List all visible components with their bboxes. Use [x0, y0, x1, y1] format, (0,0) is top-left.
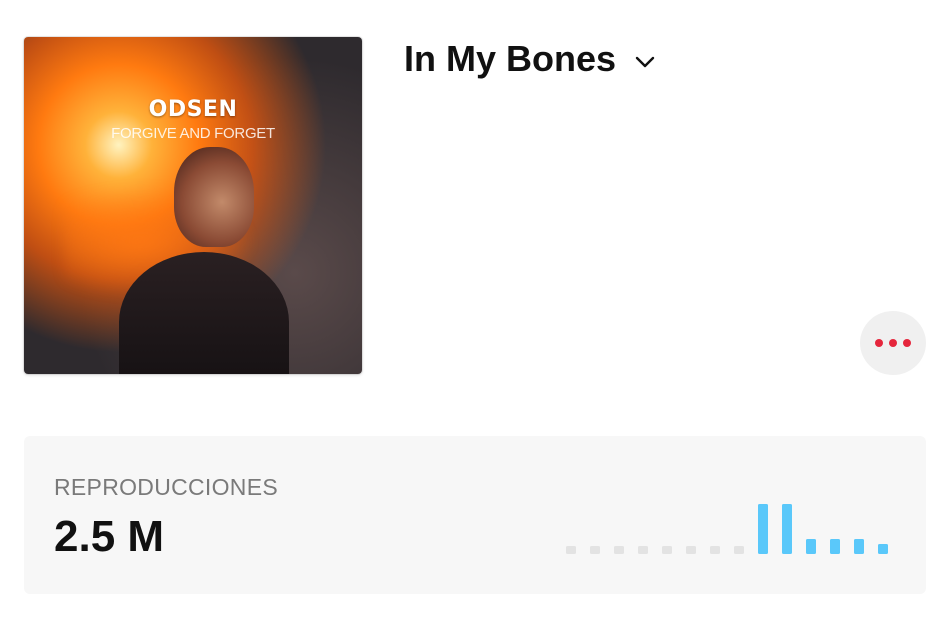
artwork-artist-text: ODSEN — [148, 97, 238, 122]
sparkline-bar — [566, 546, 576, 554]
sparkline-bar — [878, 544, 888, 554]
sparkline-bar — [686, 546, 696, 554]
artwork-album-text: FORGIVE AND FORGET — [111, 125, 275, 142]
sparkline-bar — [758, 504, 768, 554]
album-artwork[interactable]: ODSEN FORGIVE AND FORGET — [24, 37, 362, 374]
ellipsis-icon — [875, 339, 911, 347]
song-title-dropdown[interactable]: In My Bones — [404, 38, 656, 80]
sparkline-bar — [662, 546, 672, 554]
sparkline-bar — [734, 546, 744, 554]
artwork-figure-body — [119, 252, 289, 374]
sparkline-bar — [638, 546, 648, 554]
sparkline-bar — [782, 504, 792, 554]
sparkline-bar — [590, 546, 600, 554]
plays-value: 2.5 M — [54, 512, 165, 561]
sparkline-bar — [806, 539, 816, 554]
sparkline-bar — [614, 546, 624, 554]
song-title: In My Bones — [404, 38, 617, 79]
more-options-button[interactable] — [860, 311, 926, 375]
sparkline-bar — [854, 539, 864, 554]
sparkline-bar — [710, 546, 720, 554]
plays-label: REPRODUCCIONES — [54, 474, 279, 500]
artwork-figure-head — [174, 147, 254, 247]
plays-stats-card: REPRODUCCIONES 2.5 M — [24, 436, 926, 594]
chevron-down-icon — [635, 56, 655, 68]
plays-sparkline-chart — [566, 504, 888, 554]
sparkline-bar — [830, 539, 840, 554]
